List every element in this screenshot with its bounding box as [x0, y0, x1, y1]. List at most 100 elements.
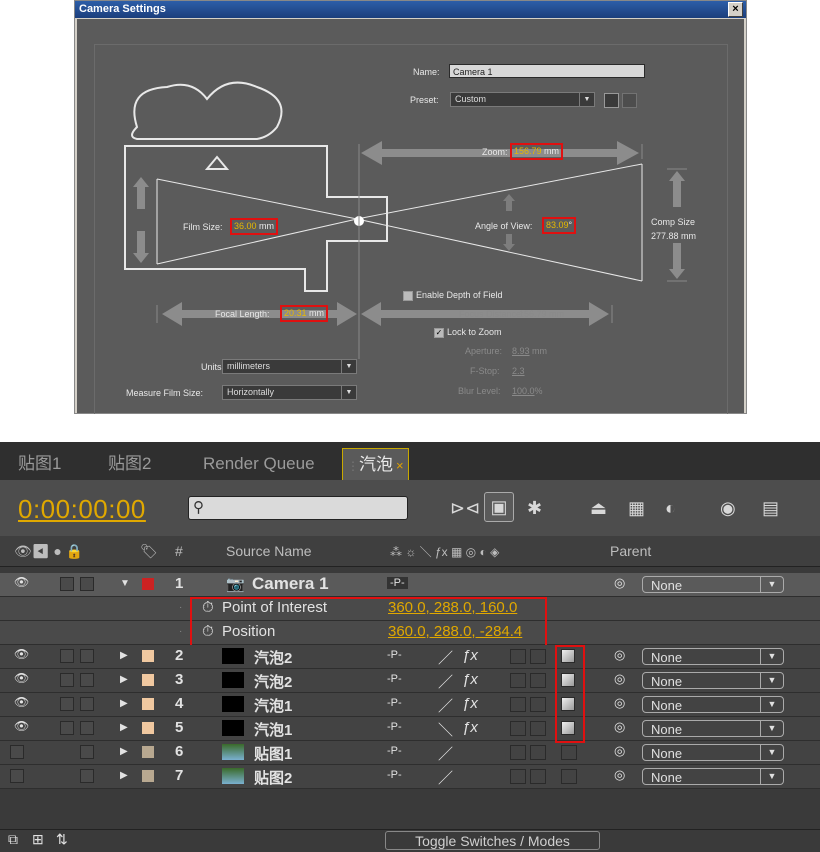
parent-dropdown[interactable]: None ▼ [642, 672, 784, 689]
property-value[interactable]: 360.0, 288.0, -284.4 [388, 623, 522, 640]
shy-switch-icon[interactable]: -P- [387, 649, 402, 661]
quality-slash-icon[interactable]: ／ [438, 767, 453, 788]
hide-shy-layers-icon[interactable]: ⏏ [590, 498, 607, 519]
lock-toggle[interactable] [80, 697, 94, 711]
fx-icon[interactable]: ƒx [462, 671, 478, 688]
expand-arrow-icon[interactable]: ▶ [120, 746, 128, 757]
shy-switch-icon[interactable]: -P- [387, 721, 402, 733]
transfer-controls-icon[interactable]: ⊞ [32, 831, 44, 848]
switch-box[interactable] [510, 769, 526, 784]
lock-to-zoom-checkbox[interactable]: ✓ Lock to Zoom [434, 327, 502, 338]
tab-render-queue[interactable]: Render Queue [203, 448, 315, 480]
audio-toggle[interactable] [60, 577, 74, 591]
graph-editor-icon[interactable]: ▤ [762, 498, 779, 519]
lock-toggle[interactable] [80, 769, 94, 783]
in-out-icon[interactable]: ⇅ [56, 831, 68, 848]
switch-box[interactable] [510, 745, 526, 760]
tab-tietu2[interactable]: 贴图2 [108, 448, 151, 480]
property-row-point-of-interest[interactable]: · ⏱ Point of Interest 360.0, 288.0, 160.… [0, 597, 820, 621]
switch-box[interactable] [530, 769, 546, 784]
layer-row[interactable]: 👁 ▶ 5 汽泡1 -P- ＼ ƒx ◎ None ▼ [0, 717, 820, 741]
switch-box[interactable] [530, 673, 546, 688]
focal-length-box[interactable]: 20.31 mm [280, 305, 329, 322]
label-color-swatch[interactable] [142, 770, 154, 782]
layer-name[interactable]: 贴图1 [254, 743, 292, 764]
parent-dropdown[interactable]: None ▼ [642, 576, 784, 593]
collapse-arrow-icon[interactable]: ▼ [120, 578, 130, 589]
shy-switch-icon[interactable]: -P- [387, 673, 402, 685]
film-size-box[interactable]: 36.00 mm [230, 218, 279, 235]
3d-layer-cube-icon[interactable] [561, 673, 575, 687]
label-color-swatch[interactable] [142, 578, 154, 590]
expand-arrow-icon[interactable]: ▶ [120, 698, 128, 709]
blur-value[interactable]: 100.0% [512, 386, 543, 396]
switch-box[interactable] [510, 721, 526, 736]
audio-toggle[interactable] [60, 721, 74, 735]
switch-box[interactable] [530, 649, 546, 664]
layer-row[interactable]: 👁 ▶ 3 汽泡2 -P- ／ ƒx ◎ None ▼ [0, 669, 820, 693]
3d-layer-cube-icon[interactable] [561, 649, 575, 663]
close-icon[interactable]: × [396, 458, 404, 473]
expand-arrow-icon[interactable]: ▶ [120, 770, 128, 781]
pickwhip-icon[interactable]: ◎ [614, 671, 625, 687]
label-color-swatch[interactable] [142, 722, 154, 734]
3d-layer-cube-icon[interactable] [561, 697, 575, 711]
layer-row[interactable]: ▶ 6 贴图1 -P- ／ ◎ None ▼ [0, 741, 820, 765]
preset-dropdown[interactable]: Custom ▼ [450, 92, 595, 107]
layer-name[interactable]: Camera 1 [252, 574, 329, 594]
parent-dropdown[interactable]: None ▼ [642, 744, 784, 761]
live-update-icon[interactable]: ▣ [484, 492, 514, 522]
close-icon[interactable]: × [728, 2, 743, 17]
label-color-swatch[interactable] [142, 746, 154, 758]
quality-slash-icon[interactable]: ／ [438, 743, 453, 764]
draft-3d-icon[interactable]: ✱ [527, 498, 542, 519]
layer-name[interactable]: 汽泡2 [254, 671, 292, 692]
lock-toggle[interactable] [80, 673, 94, 687]
stopwatch-icon[interactable]: ⏱ [202, 623, 214, 640]
shy-switch-icon[interactable]: -P- [387, 745, 402, 757]
expand-arrow-icon[interactable]: ▶ [120, 674, 128, 685]
units-dropdown[interactable]: millimeters ▼ [222, 359, 357, 374]
eye-icon[interactable]: 👁 [14, 647, 29, 661]
pickwhip-icon[interactable]: ◎ [614, 575, 625, 591]
switch-box[interactable] [510, 697, 526, 712]
3d-layer-cube-icon[interactable] [561, 721, 575, 735]
audio-toggle[interactable] [60, 673, 74, 687]
switch-box[interactable] [530, 745, 546, 760]
name-field[interactable]: Camera 1 [449, 64, 645, 78]
lock-toggle[interactable] [80, 745, 94, 759]
parent-dropdown[interactable]: None ▼ [642, 768, 784, 785]
lock-toggle[interactable] [80, 577, 94, 591]
quality-slash-icon[interactable]: ／ [438, 647, 453, 668]
search-input[interactable]: ⚲ [188, 496, 408, 520]
shy-switch-icon[interactable]: -P- [387, 769, 402, 781]
timecode-display[interactable]: 0:00:00:00 [18, 494, 146, 525]
layer-name[interactable]: 汽泡1 [254, 695, 292, 716]
parent-dropdown[interactable]: None ▼ [642, 648, 784, 665]
zoom-value-box[interactable]: 156.79 mm [510, 143, 564, 160]
aperture-value[interactable]: 8.93 mm [512, 346, 547, 356]
visibility-toggle[interactable] [10, 745, 24, 759]
eye-icon[interactable]: 👁 [14, 695, 29, 709]
visibility-toggle[interactable] [10, 769, 24, 783]
delete-preset-icon[interactable] [622, 93, 637, 108]
property-value[interactable]: 360.0, 288.0, 160.0 [388, 599, 517, 616]
pickwhip-icon[interactable]: ◎ [614, 695, 625, 711]
angle-box[interactable]: 83.09° [542, 217, 577, 234]
switch-box[interactable] [510, 673, 526, 688]
eye-icon[interactable]: 👁 [14, 719, 29, 733]
layer-row[interactable]: 👁 ▶ 4 汽泡1 -P- ／ ƒx ◎ None ▼ [0, 693, 820, 717]
eye-icon[interactable]: 👁 [14, 671, 29, 685]
save-preset-icon[interactable] [604, 93, 619, 108]
label-color-swatch[interactable] [142, 650, 154, 662]
quality-slash-icon[interactable]: ／ [438, 695, 453, 716]
comp-mini-flowchart-icon[interactable]: ⊳⊲ [450, 498, 480, 519]
expand-arrow-icon[interactable]: ▶ [120, 650, 128, 661]
audio-toggle[interactable] [60, 649, 74, 663]
shy-switch-icon[interactable]: -P- [387, 577, 408, 589]
switch-box[interactable] [561, 745, 577, 760]
layer-row[interactable]: ▶ 7 贴图2 -P- ／ ◎ None ▼ [0, 765, 820, 789]
source-name-header[interactable]: Source Name [226, 543, 312, 559]
toggle-switches-modes-button[interactable]: Toggle Switches / Modes [385, 831, 600, 850]
enable-dof-checkbox[interactable]: Enable Depth of Field [403, 290, 503, 301]
